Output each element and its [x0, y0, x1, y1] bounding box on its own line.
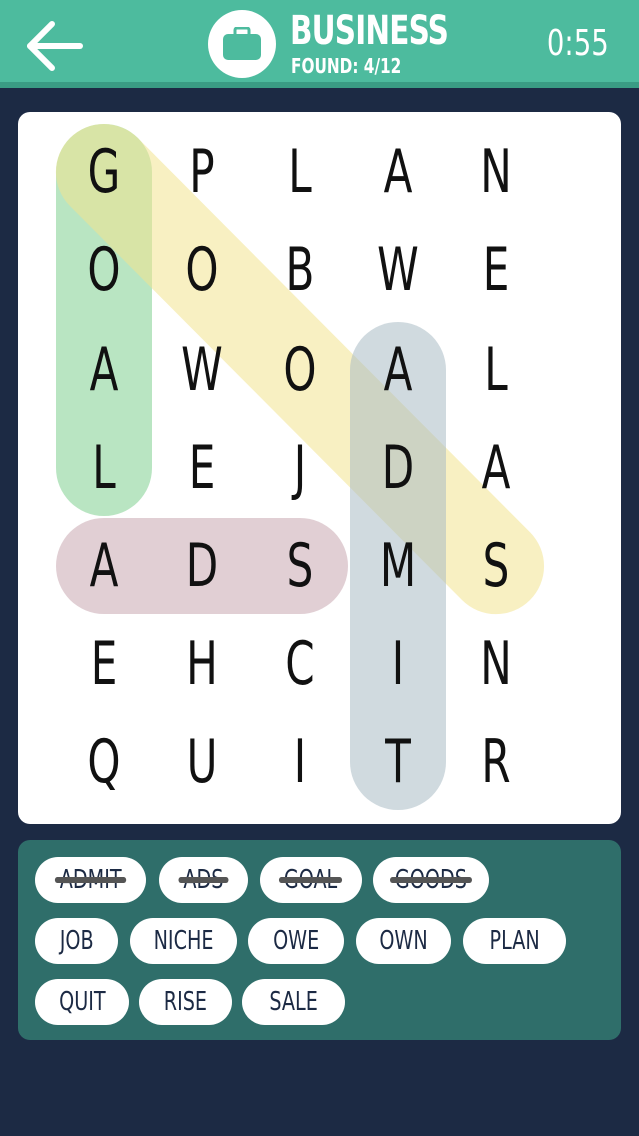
grid-cell-r6c0[interactable]: Q [66, 713, 142, 811]
word-pill-own: OWN [356, 918, 451, 964]
word-label: ADMIT [54, 865, 127, 895]
grid-cell-r1c1[interactable]: O [164, 221, 240, 319]
word-pill-quit: QUIT [35, 979, 129, 1025]
grid-cell-r6c3[interactable]: T [360, 713, 436, 811]
word-pill-ads: ADS [159, 857, 248, 903]
header-bar: BUSINESS FOUND: 4/12 0:55 [0, 0, 639, 88]
grid-cell-r3c3[interactable]: D [360, 419, 436, 517]
grid-cell-r0c4[interactable]: N [458, 123, 534, 221]
grid-cell-r2c2[interactable]: O [262, 321, 338, 419]
grid-cell-r4c0[interactable]: A [66, 517, 142, 615]
category-icon-badge [208, 10, 276, 78]
grid-cell-r0c1[interactable]: P [164, 123, 240, 221]
grid-cell-r0c2[interactable]: L [262, 123, 338, 221]
word-label: OWE [272, 926, 320, 956]
word-pill-job: JOB [35, 918, 118, 964]
word-label: RISE [163, 987, 208, 1017]
back-button[interactable] [22, 14, 86, 78]
word-pill-admit: ADMIT [35, 857, 146, 903]
grid-cell-r1c3[interactable]: W [360, 221, 436, 319]
grid-cell-r2c1[interactable]: W [164, 321, 240, 419]
word-pill-plan: PLAN [463, 918, 566, 964]
word-list-panel: ADMIT ADS GOAL GOODS JOB NICHE OWE OWN PLAN QUIT R… [18, 840, 621, 1040]
grid-cell-r2c3[interactable]: A [360, 321, 436, 419]
grid-cell-r5c0[interactable]: E [66, 615, 142, 713]
grid-cell-r0c0[interactable]: G [66, 123, 142, 221]
grid-cell-r3c1[interactable]: E [164, 419, 240, 517]
grid-cell-r1c4[interactable]: E [458, 221, 534, 319]
grid-cell-r3c2[interactable]: J [262, 419, 338, 517]
letter-grid[interactable]: GPLANOOBWEAWOALLEJDAADSMSEHCINQUITR [18, 112, 621, 824]
grid-cell-r2c4[interactable]: L [458, 321, 534, 419]
found-counter: FOUND: 4/12 [291, 54, 402, 78]
word-pill-owe: OWE [248, 918, 344, 964]
grid-cell-r3c4[interactable]: A [458, 419, 534, 517]
grid-cell-r4c2[interactable]: S [262, 517, 338, 615]
briefcase-icon [223, 27, 261, 60]
word-label: SALE [269, 987, 318, 1017]
word-label: GOAL [279, 865, 343, 895]
word-pill-rise: RISE [139, 979, 232, 1025]
grid-cell-r4c3[interactable]: M [360, 517, 436, 615]
grid-cell-r4c4[interactable]: S [458, 517, 534, 615]
word-label: QUIT [58, 987, 106, 1017]
word-pill-niche: NICHE [130, 918, 237, 964]
grid-cell-r0c3[interactable]: A [360, 123, 436, 221]
word-label: ADS [178, 865, 229, 895]
grid-cell-r4c1[interactable]: D [164, 517, 240, 615]
word-label: JOB [59, 926, 94, 956]
word-label: PLAN [489, 926, 540, 956]
word-pill-goods: GOODS [373, 857, 489, 903]
grid-cell-r5c3[interactable]: I [360, 615, 436, 713]
grid-cell-r5c1[interactable]: H [164, 615, 240, 713]
grid-cell-r1c0[interactable]: O [66, 221, 142, 319]
grid-cell-r2c0[interactable]: A [66, 321, 142, 419]
grid-cell-r3c0[interactable]: L [66, 419, 142, 517]
grid-cell-r6c2[interactable]: I [262, 713, 338, 811]
word-pill-sale: SALE [242, 979, 345, 1025]
grid-cell-r1c2[interactable]: B [262, 221, 338, 319]
timer: 0:55 [547, 23, 609, 64]
grid-cell-r6c1[interactable]: U [164, 713, 240, 811]
grid-cell-r5c2[interactable]: C [262, 615, 338, 713]
word-pill-goal: GOAL [260, 857, 362, 903]
word-label: NICHE [153, 926, 214, 956]
grid-cell-r5c4[interactable]: N [458, 615, 534, 713]
word-label: GOODS [390, 865, 472, 895]
grid-cell-r6c4[interactable]: R [458, 713, 534, 811]
category-title: BUSINESS [290, 8, 449, 54]
arrow-left-icon [27, 21, 83, 71]
word-label: OWN [379, 926, 428, 956]
